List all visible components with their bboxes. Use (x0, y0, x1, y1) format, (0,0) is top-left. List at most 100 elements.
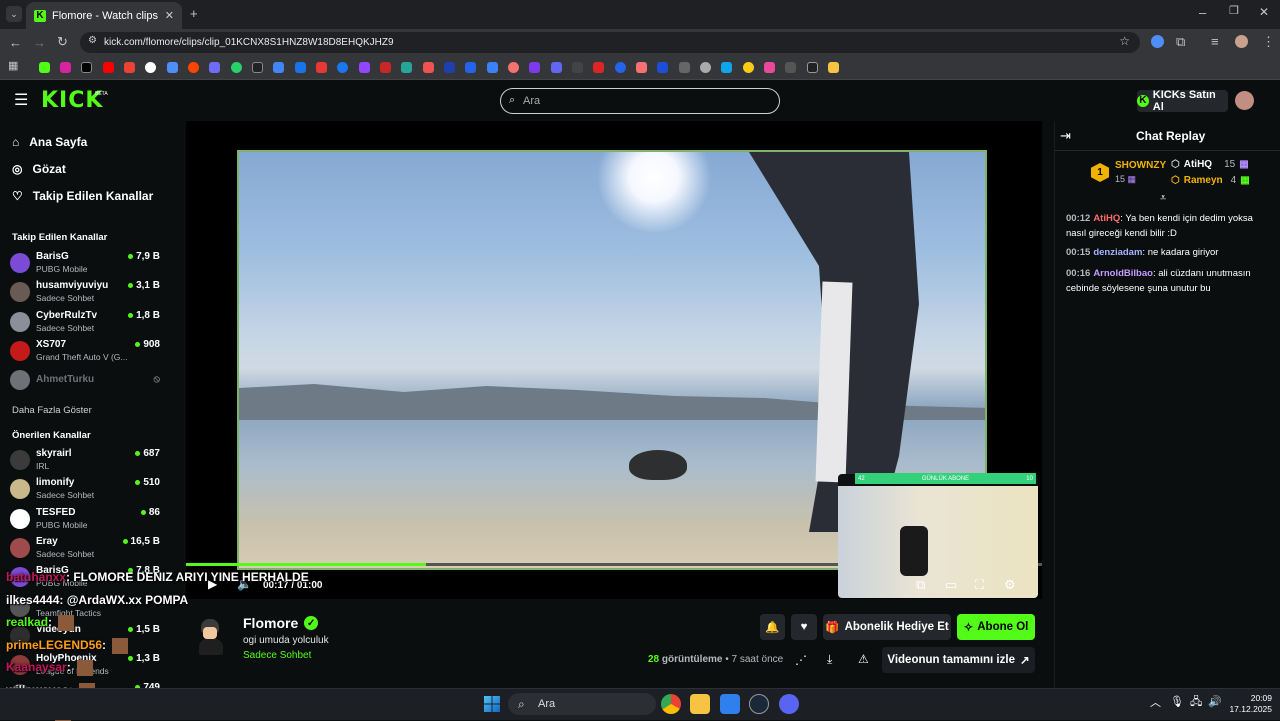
speaker-icon[interactable]: 🔊 (1208, 697, 1222, 708)
bookmark-icon[interactable] (273, 62, 284, 73)
buy-kicks-button[interactable]: K KICKs Satın Al (1137, 89, 1228, 113)
bookmark-icon[interactable] (679, 62, 690, 73)
chat-username[interactable]: AtiHQ (1093, 213, 1120, 224)
bookmark-icon[interactable] (785, 62, 796, 73)
followed-channel[interactable]: BarisG PUBG Mobile 7,9 B (10, 251, 160, 277)
bookmark-icon[interactable] (721, 62, 732, 73)
bookmark-icon[interactable] (743, 62, 754, 73)
microphone-icon[interactable]: 🎙 (1170, 697, 1184, 708)
maximize-icon[interactable]: ❐ (1229, 6, 1239, 17)
extension-icon[interactable] (1151, 35, 1164, 48)
bookmark-icon[interactable] (209, 62, 220, 73)
streamer-name[interactable]: Flomore ✓ (243, 615, 319, 631)
followed-channel[interactable]: XS707 Grand Theft Auto V (G... 908 (10, 339, 160, 365)
bookmark-icon[interactable] (380, 62, 391, 73)
bookmark-icon[interactable] (807, 62, 818, 73)
bookmark-icon[interactable] (316, 62, 327, 73)
bookmark-icon[interactable] (551, 62, 562, 73)
nav-browse[interactable]: ◎ Gözat (12, 162, 66, 176)
bookmark-twitch-icon[interactable] (359, 62, 370, 73)
tray-chevron-icon[interactable]: ︿ (1150, 698, 1161, 709)
recommended-channel[interactable]: skyrairl IRL 687 (10, 448, 160, 474)
leader-2[interactable]: ⬡ AtiHQ 15 ▦ (1171, 159, 1249, 170)
nav-home[interactable]: ⌂ Ana Sayfa (12, 135, 87, 149)
bookmark-instagram-icon[interactable] (60, 62, 71, 73)
bookmark-facebook-icon[interactable] (337, 62, 348, 73)
forward-icon[interactable]: → (33, 36, 46, 49)
fullscreen-icon[interactable]: ⛶ (975, 578, 984, 591)
bookmark-icon[interactable] (764, 62, 775, 73)
theater-icon[interactable]: ▭ (945, 578, 957, 591)
leader-1-name[interactable]: SHOWNZY (1115, 160, 1166, 171)
bookmark-gmail-icon[interactable] (124, 62, 135, 73)
streamer-avatar[interactable] (196, 617, 226, 657)
taskbar-search[interactable]: ⌕ Ara (508, 693, 656, 715)
chat-username[interactable]: ArnoldBilbao (1093, 268, 1153, 279)
followed-channel[interactable]: husamviyuviyu Sadece Sohbet 3,1 B (10, 280, 160, 306)
site-info-icon[interactable]: ⚙ (88, 35, 97, 46)
recommended-channel[interactable]: limonify Sadece Sohbet 510 (10, 477, 160, 503)
window-close-icon[interactable]: ✕ (1259, 6, 1269, 18)
chrome-taskbar-icon[interactable] (661, 694, 681, 714)
reading-list-icon[interactable]: ≡ (1211, 35, 1219, 48)
profile-avatar-icon[interactable] (1235, 35, 1248, 48)
bookmark-icon[interactable] (529, 62, 540, 73)
nav-following[interactable]: ♡ Takip Edilen Kanallar (12, 189, 153, 203)
bookmark-kick-icon[interactable] (39, 62, 50, 73)
bookmark-google-icon[interactable] (145, 62, 156, 73)
file-explorer-taskbar-icon[interactable] (690, 694, 710, 714)
tab-close-icon[interactable]: ✕ (165, 9, 174, 22)
bookmark-icon[interactable] (444, 62, 455, 73)
bookmark-icon[interactable] (508, 62, 519, 73)
settings-icon[interactable]: ⚙ (1004, 578, 1016, 591)
expand-leaderboard-icon[interactable]: ⩡ (1160, 193, 1166, 204)
bookmark-icon[interactable] (572, 62, 583, 73)
recommended-channel[interactable]: TESFED PUBG Mobile 86 (10, 507, 160, 533)
new-tab-icon[interactable]: + (190, 7, 198, 20)
followed-channel[interactable]: CyberRulzTv Sadece Sohbet 1,8 B (10, 310, 160, 336)
discord-taskbar-icon[interactable] (779, 694, 799, 714)
clip-category[interactable]: Sadece Sohbet (243, 650, 311, 661)
browser-menu-icon[interactable]: ⋮ (1262, 35, 1275, 48)
bookmark-icon[interactable] (423, 62, 434, 73)
followed-channel[interactable]: AhmetTurku ⦸ (10, 368, 160, 394)
tab-search-icon[interactable]: ⌄ (6, 6, 22, 22)
bookmark-folder-icon[interactable] (828, 62, 839, 73)
bookmark-icon[interactable] (295, 62, 306, 73)
gift-sub-button[interactable]: 🎁 Abonelik Hediye Et (823, 614, 951, 640)
bookmark-icon[interactable] (657, 62, 668, 73)
recommended-channel[interactable]: Eray Sadece Sohbet 16,5 B (10, 536, 160, 562)
collapse-chat-icon[interactable]: ⇥ (1060, 129, 1071, 142)
watch-full-video-button[interactable]: Videonun tamamını izle ↗ (882, 647, 1035, 673)
bookmark-icon[interactable] (167, 62, 178, 73)
bookmark-youtube-icon[interactable] (103, 62, 114, 73)
back-icon[interactable]: ← (9, 36, 22, 49)
subscribe-button[interactable]: ✧ Abone Ol (957, 614, 1035, 640)
notify-bell-button[interactable]: 🔔 (760, 614, 785, 640)
menu-hamburger-icon[interactable]: ☰ (14, 93, 28, 109)
chat-username[interactable]: denziadam (1093, 247, 1142, 258)
network-icon[interactable]: 🖧 (1190, 697, 1202, 708)
follow-heart-button[interactable]: ♥ (791, 614, 817, 640)
steam-taskbar-icon[interactable] (749, 694, 769, 714)
browser-tab[interactable]: K Flomore - Watch clips on Kick ✕ (26, 2, 182, 29)
bookmark-icon[interactable] (636, 62, 647, 73)
bookmark-star-icon[interactable]: ☆ (1119, 34, 1130, 48)
share-icon[interactable]: ⋰ (795, 654, 807, 666)
bookmark-icon[interactable] (615, 62, 626, 73)
pip-icon[interactable]: ⧉ (916, 578, 925, 591)
reload-icon[interactable]: ↻ (57, 35, 68, 48)
apps-grid-icon[interactable]: ▦ (8, 61, 18, 72)
url-field[interactable]: ⚙ kick.com/flomore/clips/clip_01KCNX8S1H… (80, 32, 1140, 53)
bookmark-icon[interactable] (700, 62, 711, 73)
photos-taskbar-icon[interactable] (720, 694, 740, 714)
taskbar-clock[interactable]: 20:09 17.12.2025 (1226, 693, 1272, 715)
minimize-icon[interactable]: – (1199, 6, 1206, 19)
bookmark-icon[interactable] (593, 62, 604, 73)
bookmark-icon[interactable] (252, 62, 263, 73)
bookmark-icon[interactable] (465, 62, 476, 73)
show-more-link[interactable]: Daha Fazla Göster (12, 405, 92, 416)
bookmark-x-icon[interactable] (81, 62, 92, 73)
search-input[interactable]: ⌕ Ara (500, 88, 780, 114)
user-avatar[interactable] (1235, 91, 1254, 110)
